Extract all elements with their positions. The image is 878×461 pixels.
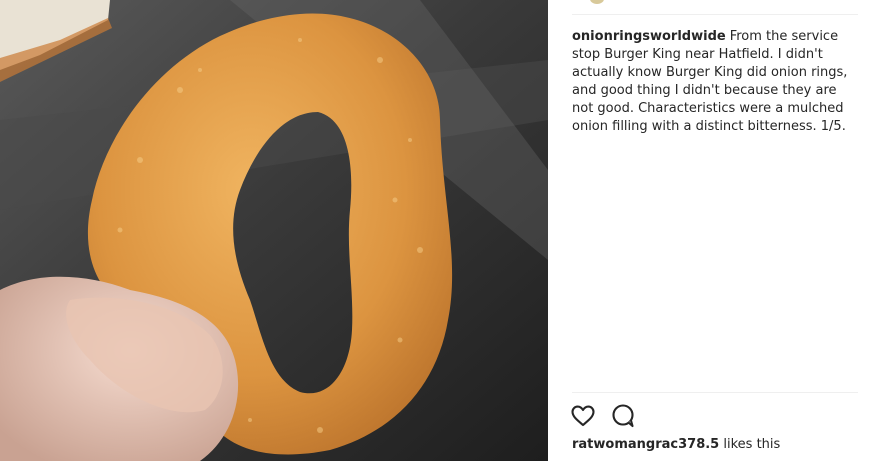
caption-text: From the service stop Burger King near H… xyxy=(572,29,848,134)
likes-suffix: likes this xyxy=(723,437,781,452)
caption-username[interactable]: onionringsworldwide xyxy=(572,29,726,44)
avatar[interactable] xyxy=(590,0,604,4)
likes-line: ratwomangrac378.5 likes this xyxy=(572,437,780,452)
speech-bubble-icon[interactable] xyxy=(610,403,636,429)
heart-outline-icon[interactable] xyxy=(570,403,596,429)
post-caption: onionringsworldwide From the service stop… xyxy=(572,28,858,136)
divider xyxy=(572,14,858,15)
divider xyxy=(572,392,858,393)
post-actions xyxy=(570,403,636,429)
post-header xyxy=(572,0,858,6)
post-photo[interactable] xyxy=(0,0,548,461)
onion-ring-photo xyxy=(0,0,548,461)
liker-username[interactable]: ratwomangrac378.5 xyxy=(572,437,719,452)
